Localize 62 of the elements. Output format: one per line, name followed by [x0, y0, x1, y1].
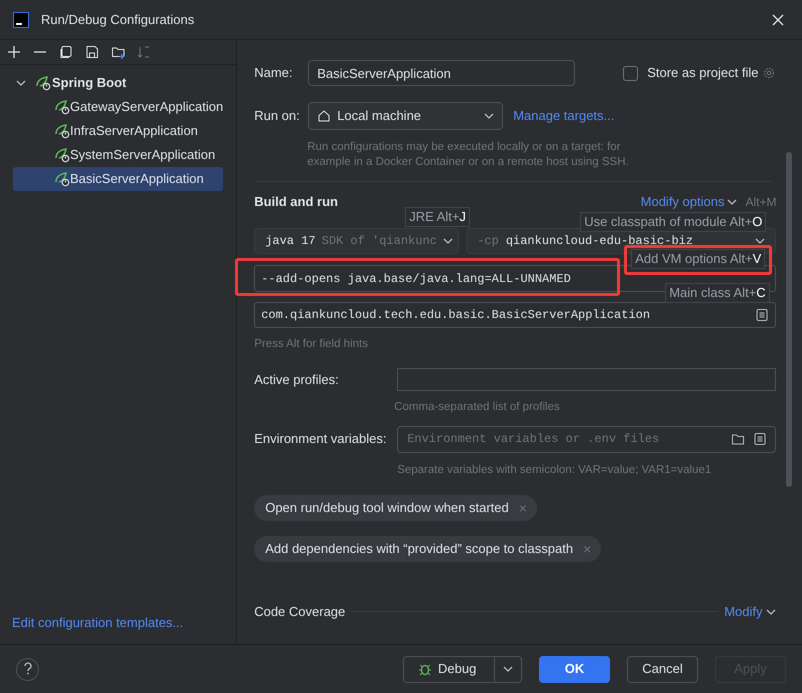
chevron-down-icon[interactable] — [766, 606, 776, 617]
tree-group-label[interactable]: Spring Boot — [52, 73, 126, 93]
copy-icon[interactable] — [58, 44, 74, 60]
close-button[interactable] — [770, 12, 786, 28]
checkbox-label: Store as project file — [647, 64, 758, 82]
tree-item[interactable]: GatewayServerApplication — [13, 95, 224, 119]
chevron-down-icon[interactable] — [755, 236, 766, 246]
chevron-down-icon[interactable] — [442, 236, 453, 246]
shortcut-tooltip: Main class Alt+C — [665, 283, 770, 303]
modify-options-link[interactable]: Modify options — [640, 192, 738, 212]
field-label: Active profiles: — [254, 371, 340, 389]
profiles-field[interactable] — [397, 368, 776, 392]
spring-leaf-icon — [54, 147, 70, 163]
field-label: Name: — [254, 64, 294, 82]
shortcut-text: Alt+M — [745, 194, 776, 211]
chevron-down-icon[interactable] — [484, 111, 494, 121]
home-icon — [317, 109, 332, 123]
spring-leaf-icon — [54, 171, 70, 187]
chevron-down-icon[interactable] — [727, 197, 738, 207]
help-icon[interactable] — [16, 658, 39, 680]
list-icon[interactable] — [755, 308, 770, 322]
manage-targets-link[interactable]: Manage targets... — [513, 106, 614, 126]
option-chip: Open run/debug tool window when started × — [254, 494, 537, 521]
tree-item[interactable]: InfraServerApplication — [13, 119, 224, 143]
sort-icon[interactable] — [136, 44, 152, 60]
name-field[interactable]: BasicServerApplication — [308, 60, 576, 86]
modify-link[interactable]: Modify — [724, 602, 776, 622]
gear-icon[interactable] — [762, 66, 776, 80]
debug-button[interactable]: Debug — [403, 656, 522, 682]
add-icon[interactable] — [6, 44, 22, 60]
hint-text: Comma-separated list of profiles — [394, 400, 561, 416]
environment-field[interactable]: Environment variables or .env files — [397, 426, 776, 452]
save-icon[interactable] — [84, 44, 100, 60]
chevron-down-icon[interactable] — [16, 78, 26, 88]
tree-item[interactable]: SystemServerApplication — [13, 143, 224, 167]
templates-link[interactable]: Edit configuration templates... — [12, 612, 236, 632]
field-label: Environment variables: — [254, 430, 388, 448]
folder-icon[interactable] — [731, 432, 746, 446]
shortcut-tooltip: JRE Alt+J — [405, 207, 470, 227]
bug-icon — [418, 662, 432, 676]
field-label: Run on: — [254, 107, 301, 126]
dialog-button[interactable]: Cancel — [627, 656, 698, 682]
tree-item[interactable]: BasicServerApplication — [13, 167, 224, 191]
list-icon[interactable] — [753, 432, 768, 446]
section-title: Code Coverage — [254, 603, 346, 621]
shortcut-tooltip: Add VM options Alt+V — [631, 249, 766, 269]
spring-leaf-icon — [54, 123, 70, 139]
hint-text: Run configurations may be executed locally or on a target: for example in a Docker Container or on a remote host using SSH. — [307, 140, 630, 170]
shortcut-tooltip: Use classpath of module Alt+O — [580, 212, 766, 232]
hint-text: Press Alt for field hints — [254, 337, 369, 352]
window-title: Run/Debug Configurations — [41, 10, 194, 29]
hint-text: Separate variables with semicolon: VAR=value; VAR1=value1 — [397, 462, 712, 478]
run-on-dropdown[interactable]: Local machine — [308, 102, 504, 130]
section-title: Build and run — [254, 193, 338, 212]
scrollbar[interactable] — [786, 152, 792, 487]
option-chip: Add dependencies with “provided” scope to classpath × — [254, 536, 602, 562]
checkbox[interactable] — [623, 66, 638, 80]
ok-button[interactable]: OK — [539, 656, 610, 682]
jre-dropdown[interactable]: java 17 SDK of 'qiankunc — [254, 228, 460, 254]
app-logo-icon — [13, 12, 29, 28]
spring-leaf-icon — [54, 99, 70, 115]
spring-leaf-icon — [35, 75, 51, 91]
